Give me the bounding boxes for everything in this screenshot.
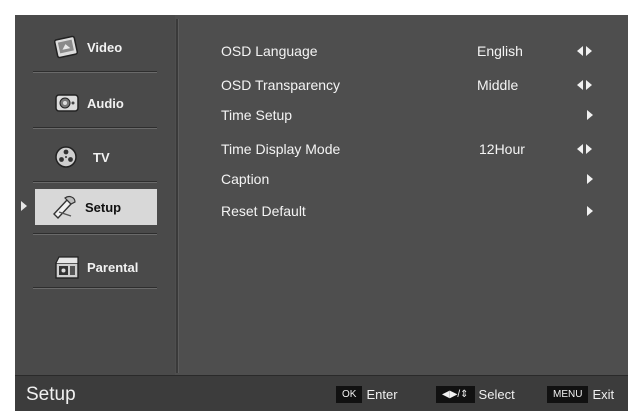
menu-row-label: Caption (221, 171, 270, 187)
menu-row-caption[interactable]: Caption (221, 169, 601, 191)
footer-bar: Setup OK Enter ◀▶/⇕ Select MENU Exit (15, 375, 628, 411)
category-sidebar: Video Audio TV Setup Parental (15, 15, 175, 375)
right-arrow-icon[interactable] (587, 206, 593, 216)
left-right-arrows-icon[interactable] (577, 80, 592, 90)
tv-icon (53, 144, 81, 170)
sidebar-item-label: Parental (87, 259, 139, 275)
sidebar-divider (33, 127, 157, 129)
menu-row-osd-language[interactable]: OSD Language English (221, 41, 601, 63)
hint-action: Select (478, 387, 515, 402)
menu-row-time-setup[interactable]: Time Setup (221, 105, 601, 127)
parental-icon (53, 254, 81, 280)
sidebar-divider (33, 181, 157, 183)
sidebar-divider (33, 287, 157, 289)
sidebar-item-label: TV (93, 149, 110, 165)
ok-enter-hint: OK Enter (336, 386, 398, 403)
footer-title: Setup (26, 384, 76, 405)
select-hint: ◀▶/⇕ Select (436, 386, 515, 403)
sidebar-divider (33, 233, 157, 235)
menu-exit-hint: MENU Exit (547, 386, 614, 403)
menu-row-label: Reset Default (221, 203, 306, 219)
audio-icon (53, 90, 81, 116)
navigation-arrows-key: ◀▶/⇕ (436, 386, 475, 403)
menu-row-label: Time Display Mode (221, 141, 341, 157)
sidebar-item-setup[interactable]: Setup (35, 189, 157, 225)
hint-action: Enter (366, 387, 398, 402)
selection-arrow-icon (21, 201, 27, 211)
menu-row-label: OSD Transparency (221, 77, 341, 93)
left-right-arrows-icon[interactable] (577, 46, 592, 56)
sidebar-item-tv[interactable]: TV (53, 139, 177, 175)
setup-icon (51, 194, 79, 220)
sidebar-item-parental[interactable]: Parental (53, 249, 177, 285)
right-arrow-icon[interactable] (587, 110, 593, 120)
sidebar-divider (33, 71, 157, 73)
sidebar-item-label: Audio (87, 95, 124, 111)
menu-row-reset-default[interactable]: Reset Default (221, 201, 601, 223)
menu-key: MENU (547, 386, 589, 403)
left-right-arrows-icon[interactable] (577, 144, 592, 154)
sidebar-item-label: Setup (85, 199, 122, 215)
sidebar-item-label: Video (87, 39, 123, 55)
menu-row-value: English (477, 43, 523, 59)
sidebar-item-video[interactable]: Video (53, 29, 177, 65)
menu-row-value: 12Hour (479, 141, 525, 157)
right-arrow-icon[interactable] (587, 174, 593, 184)
menu-row-time-display-mode[interactable]: Time Display Mode 12Hour (221, 139, 601, 161)
menu-row-label: Time Setup (221, 107, 293, 123)
menu-row-label: OSD Language (221, 43, 318, 59)
menu-row-value: Middle (477, 77, 519, 93)
hint-action: Exit (592, 387, 615, 402)
menu-row-osd-transparency[interactable]: OSD Transparency Middle (221, 75, 601, 97)
sidebar-item-audio[interactable]: Audio (53, 85, 177, 121)
ok-key: OK (336, 386, 363, 403)
osd-menu-screen: Video Audio TV Setup Parental OSD Langua… (15, 15, 628, 411)
panel-divider (176, 19, 179, 373)
video-icon (53, 34, 81, 60)
